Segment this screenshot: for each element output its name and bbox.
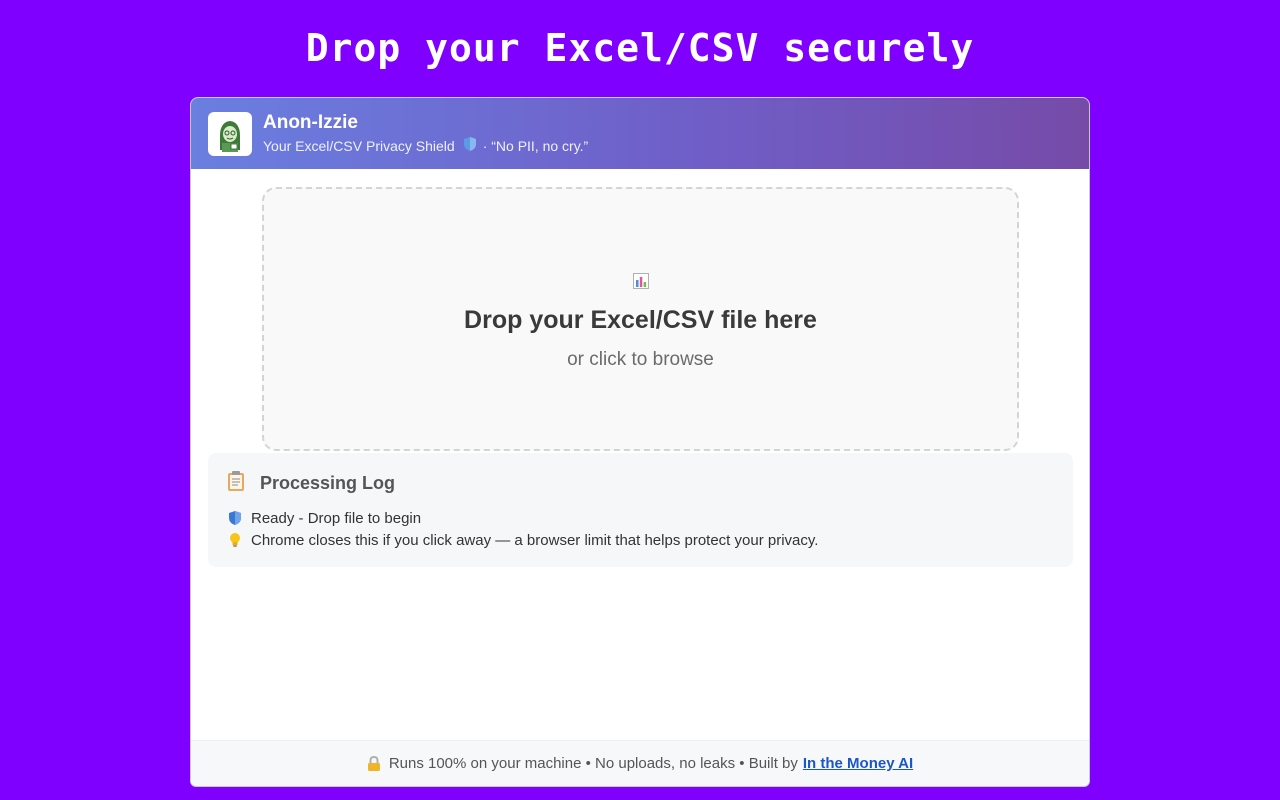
- log-lines: Ready - Drop file to begin Chrome closes…: [227, 507, 1073, 551]
- app-subtitle: Your Excel/CSV Privacy Shield · “No PII,…: [263, 136, 588, 156]
- log-line-text: Ready - Drop file to begin: [251, 509, 422, 527]
- woman-portrait-icon: [208, 111, 252, 156]
- popup-footer: Runs 100% on your machine • No uploads, …: [191, 740, 1089, 786]
- app-subtitle-main: Your Excel/CSV Privacy Shield: [263, 137, 455, 154]
- extension-popup: Anon-Izzie Your Excel/CSV Privacy Shield…: [190, 97, 1090, 787]
- log-line: Ready - Drop file to begin: [227, 507, 1073, 529]
- shield-icon: [227, 510, 243, 526]
- log-line-text: Chrome closes this if you click away — a…: [251, 531, 819, 549]
- lightbulb-icon: [227, 532, 243, 548]
- app-tagline: · “No PII, no cry.”: [482, 137, 589, 154]
- in-the-money-ai-link[interactable]: In the Money AI: [803, 755, 913, 772]
- dropzone-subtitle: or click to browse: [567, 349, 714, 370]
- lock-icon: [367, 755, 381, 772]
- popup-header: Anon-Izzie Your Excel/CSV Privacy Shield…: [191, 98, 1089, 169]
- bar-chart-icon: [632, 273, 649, 289]
- dropzone-title: Drop your Excel/CSV file here: [464, 306, 817, 334]
- footer-text: Runs 100% on your machine • No uploads, …: [388, 755, 798, 772]
- log-title: Processing Log: [260, 472, 396, 493]
- log-line: Chrome closes this if you click away — a…: [227, 529, 1073, 551]
- app-name: Anon-Izzie: [263, 111, 358, 133]
- shield-icon: [463, 136, 477, 156]
- clipboard-icon: [227, 470, 245, 496]
- file-dropzone[interactable]: Drop your Excel/CSV file here or click t…: [262, 187, 1019, 451]
- log-header: Processing Log: [227, 469, 1073, 497]
- hero-title: Drop your Excel/CSV securely: [305, 26, 975, 70]
- processing-log: Processing Log Ready - Drop file to begi…: [208, 453, 1073, 567]
